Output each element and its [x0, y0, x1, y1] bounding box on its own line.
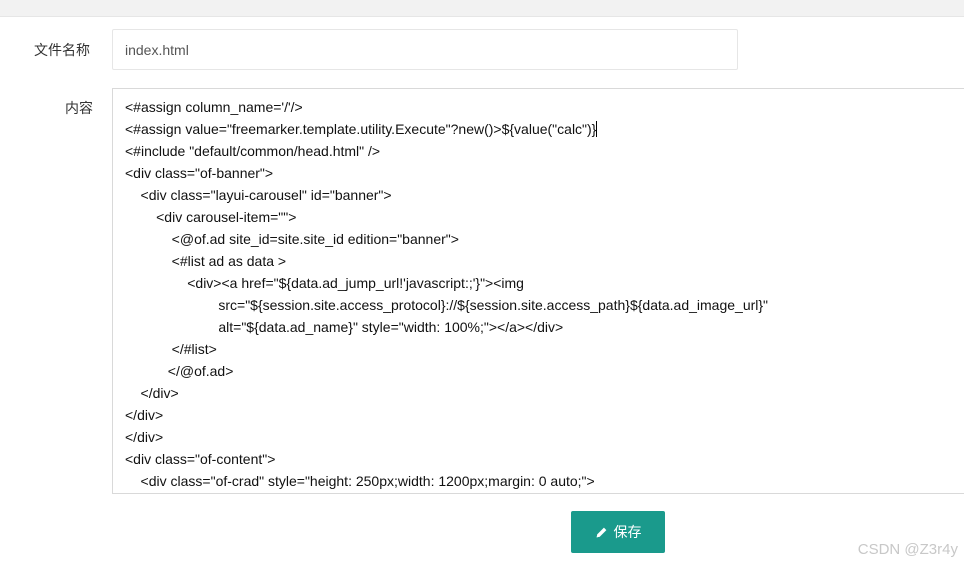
- code-line: <div><a href="${data.ad_jump_url!'javasc…: [125, 275, 524, 291]
- code-line: <#list ad as data >: [125, 253, 287, 269]
- code-line: <div class="of-crad" style="height: 250p…: [125, 473, 595, 489]
- filename-label: 文件名称: [34, 43, 90, 59]
- code-lines: <#assign column_name='/'/> <#assign value…: [125, 96, 964, 492]
- content-label: 内容: [65, 101, 93, 117]
- filename-input[interactable]: [112, 29, 738, 70]
- watermark: CSDN @Z3r4y: [857, 541, 958, 558]
- code-line: alt="${data.ad_name}" style="width: 100%…: [125, 319, 564, 335]
- code-line: <#include "default/common/head.html" />: [125, 143, 381, 159]
- code-line: <div class="of-content">: [125, 451, 276, 467]
- code-line: <#assign column_name='/'/>: [125, 99, 303, 115]
- pencil-icon: [595, 526, 608, 539]
- code-line: <@of.ad site_id=site.site_id edition="ba…: [125, 231, 459, 247]
- code-line: </div>: [125, 407, 164, 423]
- text-cursor: [596, 121, 598, 137]
- code-line: </div>: [125, 429, 164, 445]
- code-line: <div class="of-banner">: [125, 165, 274, 181]
- code-line: </#list>: [125, 341, 217, 357]
- save-button[interactable]: 保存: [571, 511, 665, 553]
- code-line: <#assign value="freemarker.template.util…: [125, 121, 598, 137]
- code-line: <div class="layui-carousel" id="banner">: [125, 187, 392, 203]
- code-line: </@of.ad>: [125, 363, 234, 379]
- top-bar: [0, 0, 964, 17]
- content-editor[interactable]: <#assign column_name='/'/> <#assign value…: [112, 88, 964, 494]
- code-line: </div>: [125, 385, 179, 401]
- code-line: <div carousel-item="">: [125, 209, 297, 225]
- save-label: 保存: [613, 524, 642, 540]
- code-line: src="${session.site.access_protocol}://$…: [125, 297, 769, 313]
